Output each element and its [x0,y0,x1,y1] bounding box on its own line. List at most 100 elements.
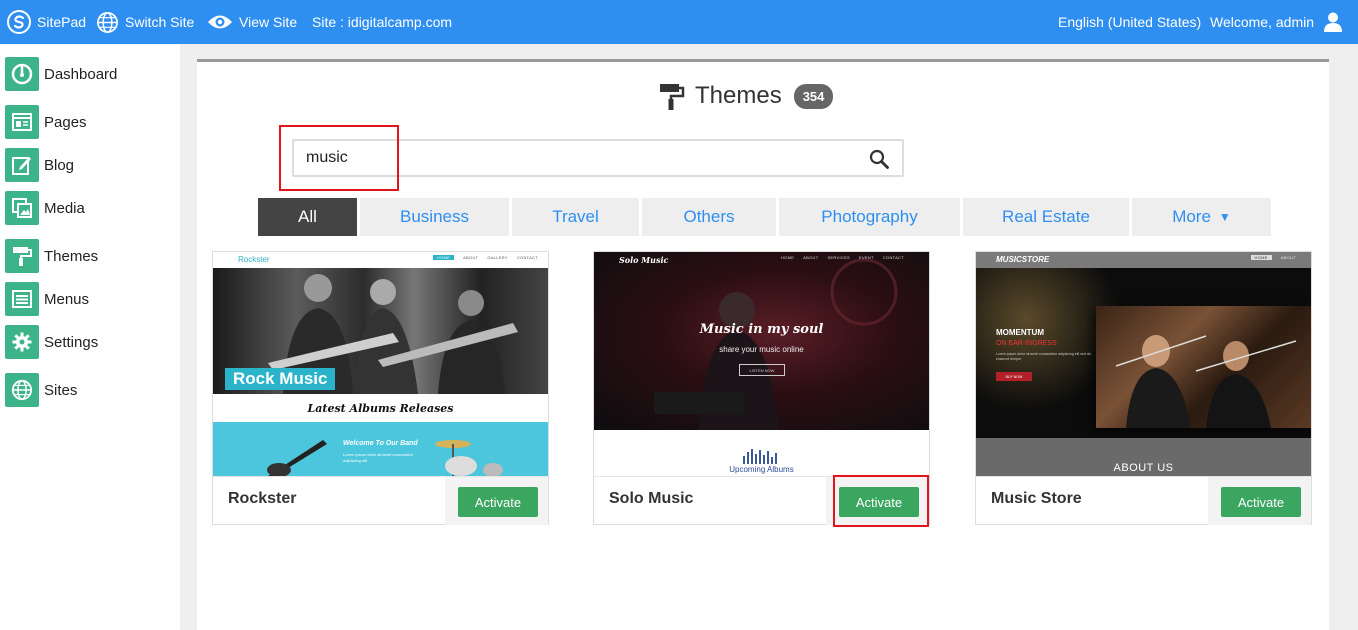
sidebar-item-themes[interactable]: Themes [5,239,175,273]
preview-hero-title: MOMENTUM [996,328,1044,337]
preview-hero-subtitle: ON EAR-INGRESS [996,340,1057,347]
theme-name: Rockster [228,490,297,507]
switch-site-label: Switch Site [125,14,195,30]
preview-nav-link: CONTACT [882,255,904,260]
paint-roller-icon [5,239,39,273]
page-title-text: Themes [695,82,782,109]
audio-waveform-icon [743,449,777,464]
theme-preview[interactable]: MUSICSTORE HOME ABOUT MOMENTUM ON EAR-IN… [976,252,1311,476]
theme-count-badge: 354 [793,83,834,109]
sidebar-item-label: Pages [44,113,87,131]
preview-logo: MUSICSTORE [996,255,1050,264]
sidebar-item-label: Sites [44,381,78,399]
current-site: Site : idigitalcamp.com [312,14,453,30]
activate-button[interactable]: Activate [458,487,538,517]
theme-preview[interactable]: Rockster HOME ABOUT GALLERY CONTACT Rock… [213,252,548,476]
theme-card-footer: Music Store Activate [976,476,1311,525]
preview-hero-title: Music in my soul [699,322,824,337]
pages-icon [5,105,39,139]
menus-icon [5,282,39,316]
theme-card-rockster: Rockster HOME ABOUT GALLERY CONTACT Rock… [212,251,549,525]
tab-others[interactable]: Others [642,198,776,236]
sidebar-item-blog[interactable]: Blog [5,148,175,182]
sidebar-item-sites[interactable]: Sites [5,373,175,407]
theme-name: Music Store [991,490,1082,507]
tab-travel[interactable]: Travel [512,198,639,236]
tab-business[interactable]: Business [360,198,509,236]
preview-nav-links: HOME ABOUT SERVICES EVENT CONTACT [781,255,904,260]
preview-section-title: ABOUT US [1113,462,1174,474]
sidebar-item-label: Menus [44,290,90,308]
tab-photography[interactable]: Photography [779,198,960,236]
sidebar-item-settings[interactable]: Settings [5,325,175,359]
dashboard-icon [5,57,39,91]
tab-all[interactable]: All [258,198,357,236]
preview-nav-link: CONTACT [516,255,538,260]
tab-more[interactable]: More ▼ [1132,198,1271,236]
search-highlight-box [279,125,399,191]
preview-logo: Rockster [238,255,270,264]
preview-hero-image: MOMENTUM ON EAR-INGRESS Lorem ipsum dolo… [976,268,1311,438]
preview-section-title: Upcoming Albums [729,465,794,474]
preview-logo: Solo Music [619,255,669,265]
globe-icon [97,11,118,33]
preview-hero-button: BUY NOW [996,372,1032,381]
preview-nav: Solo Music HOME ABOUT SERVICES EVENT CON… [594,252,929,268]
brand-name: SitePad [37,14,87,30]
activate-highlight-box [833,475,929,527]
gear-icon [5,325,39,359]
instrument-illustration [267,440,503,476]
preview-hero-text: Lorem ipsum dolor sit amet consectetur a… [996,352,1091,361]
page-title: Themes 354 [659,80,834,112]
theme-preview[interactable]: Solo Music HOME ABOUT SERVICES EVENT CON… [594,252,929,476]
media-icon [5,191,39,225]
preview-nav-link: GALLERY [487,255,508,260]
preview-hero-subtitle: share your music online [719,345,804,354]
violinists-illustration [1115,335,1297,428]
sidebar-item-menus[interactable]: Menus [5,282,175,316]
view-site-link[interactable]: View Site [207,0,297,44]
orchestra-photo [1096,306,1311,428]
language-selector[interactable]: English (United States) [1058,0,1201,44]
sidebar-item-label: Dashboard [44,65,118,83]
sidebar-item-label: Blog [44,156,75,174]
theme-card-footer: Rockster Activate [213,476,548,525]
switch-site-link[interactable]: Switch Site [96,0,194,44]
user-menu[interactable]: Welcome, admin [1210,0,1348,44]
sidebar: Dashboard Pages Blog Media Themes Menus [0,44,180,630]
preview-nav-links: HOME ABOUT GALLERY CONTACT [432,255,538,260]
preview-nav: MUSICSTORE HOME ABOUT [976,252,1311,268]
preview-nav: Rockster HOME ABOUT GALLERY CONTACT [213,252,548,268]
sidebar-item-dashboard[interactable]: Dashboard [5,57,175,91]
search-icon[interactable] [868,148,890,170]
preview-nav-link: ABOUT [1280,255,1296,260]
sidebar-item-label: Settings [44,333,99,351]
caret-down-icon: ▼ [1218,210,1231,224]
user-icon [1324,12,1343,32]
preview-nav-link: HOME [432,255,455,260]
theme-card-music-store: MUSICSTORE HOME ABOUT MOMENTUM ON EAR-IN… [975,251,1312,525]
activate-button[interactable]: Activate [1221,487,1301,517]
preview-band-banner: Welcome To Our Band Lorem ipsum dolor si… [213,422,548,476]
tab-real-estate[interactable]: Real Estate [963,198,1129,236]
tab-more-label: More [1172,207,1211,226]
eye-icon [208,15,232,29]
preview-nav-link: ABOUT [803,255,819,260]
preview-hero-label: Rock Music [225,368,336,390]
brand-link[interactable]: SitePad [7,0,86,44]
preview-nav-link: HOME [1250,255,1272,260]
activate-button-area: Activate [445,477,548,525]
blog-icon [5,148,39,182]
sidebar-item-label: Media [44,199,85,217]
singer-photo-illustration [654,258,898,430]
preview-nav-link: EVENT [859,255,874,260]
preview-section-title: Latest Albums Releases [307,402,454,415]
welcome-text: Welcome, admin [1210,14,1315,30]
paint-roller-icon [660,84,685,110]
view-site-label: View Site [239,14,298,30]
preview-nav-link: SERVICES [827,255,851,260]
theme-name: Solo Music [609,490,694,507]
preview-nav-link: HOME [780,255,795,260]
sidebar-item-media[interactable]: Media [5,191,175,225]
sidebar-item-pages[interactable]: Pages [5,105,175,139]
